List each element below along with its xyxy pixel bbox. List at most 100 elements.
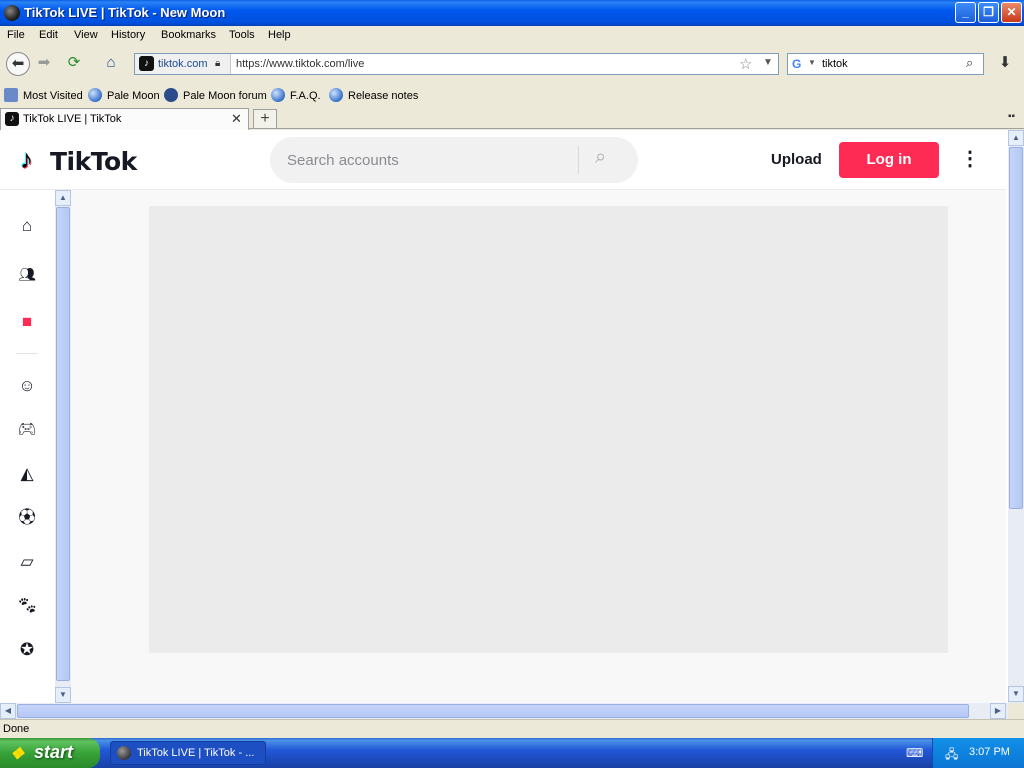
home-icon[interactable]: ⌂ xyxy=(16,215,38,237)
status-bar: Done xyxy=(0,719,1024,738)
scrollbar-thumb[interactable] xyxy=(56,207,70,681)
bookmark-faq[interactable]: F.A.Q. xyxy=(271,88,321,102)
search-bar[interactable]: G ▼ tiktok ⌕ xyxy=(787,53,984,75)
search-icon[interactable]: ⌕ xyxy=(966,55,973,71)
globe-icon xyxy=(271,88,285,102)
site-identity-button[interactable]: ♪ tiktok.com 🔒︎ xyxy=(135,54,231,74)
menu-edit[interactable]: Edit xyxy=(39,29,58,41)
arrow-left-icon: ⬅ xyxy=(11,55,25,72)
window-title-bar[interactable]: TikTok LIVE | TikTok - New Moon _ ❐ ✕ xyxy=(0,0,1024,26)
downloads-button[interactable]: ⬇ xyxy=(992,53,1018,75)
menu-view[interactable]: View xyxy=(74,29,98,41)
window-title: TikTok LIVE | TikTok - New Moon xyxy=(24,5,226,20)
animals-icon[interactable]: 🐾︎ xyxy=(16,595,38,617)
bookmark-label: Pale Moon xyxy=(107,90,160,102)
scrollbar-thumb[interactable] xyxy=(1009,147,1023,509)
tiktok-header: ♪ TikTok Search accounts ⌕ Upload Log in… xyxy=(0,130,1006,190)
globe-icon xyxy=(329,88,343,102)
reload-button[interactable]: ⟳ xyxy=(62,52,86,76)
beauty-icon[interactable]: ▱ xyxy=(16,551,38,573)
food-icon[interactable]: ◭ xyxy=(16,463,38,485)
sports-icon[interactable]: ⚽︎ xyxy=(16,507,38,529)
bookmark-pale-moon-forum[interactable]: Pale Moon forum xyxy=(164,88,267,102)
taskbar-item-pale-moon[interactable]: TikTok LIVE | TikTok - ... xyxy=(110,741,266,765)
google-icon[interactable]: G xyxy=(792,57,801,71)
scroll-left-arrow-icon[interactable]: ◀ xyxy=(0,703,16,719)
start-label: start xyxy=(34,742,74,762)
bookmark-pale-moon[interactable]: Pale Moon xyxy=(88,88,160,102)
download-arrow-icon: ⬇ xyxy=(998,54,1012,71)
live-icon[interactable]: ■ xyxy=(16,311,38,333)
new-tab-button[interactable]: + xyxy=(253,109,277,129)
bookmark-label: Most Visited xyxy=(23,90,83,102)
minimize-button[interactable]: _ xyxy=(955,2,976,23)
tiktok-note-icon: ♪ xyxy=(20,144,33,174)
url-dropdown-icon[interactable]: ▼ xyxy=(763,57,773,68)
bookmark-label: Pale Moon forum xyxy=(183,90,267,102)
bookmark-label: Release notes xyxy=(348,90,419,102)
clock[interactable]: 3:07 PM xyxy=(969,746,1010,758)
url-text[interactable]: https://www.tiktok.com/live xyxy=(236,58,364,70)
scroll-up-arrow-icon[interactable]: ▲ xyxy=(1008,130,1024,146)
scroll-down-arrow-icon[interactable]: ▼ xyxy=(55,687,71,703)
system-tray: 🖧︎ 3:07 PM xyxy=(932,738,1024,768)
tab-list-icon[interactable]: ▪▪ xyxy=(1008,111,1015,122)
bookmark-release-notes[interactable]: Release notes xyxy=(329,88,418,102)
upload-button[interactable]: Upload xyxy=(771,151,822,168)
tab-tiktok-live[interactable]: ♪ TikTok LIVE | TikTok ✕ xyxy=(0,108,249,130)
menu-tools[interactable]: Tools xyxy=(229,29,255,41)
achievement-icon[interactable]: ✪ xyxy=(16,639,38,661)
menu-history[interactable]: History xyxy=(111,29,145,41)
forward-button[interactable]: ➡ xyxy=(32,52,56,76)
start-button[interactable]: ❖ start xyxy=(0,738,100,768)
logo-text: TikTok xyxy=(50,147,137,176)
search-divider xyxy=(578,146,579,174)
web-viewport: ♪ TikTok Search accounts ⌕ Upload Log in… xyxy=(0,130,1008,703)
pale-moon-icon xyxy=(117,746,131,760)
login-button[interactable]: Log in xyxy=(839,142,939,178)
scroll-up-arrow-icon[interactable]: ▲ xyxy=(55,190,71,206)
tab-close-icon[interactable]: ✕ xyxy=(231,111,242,127)
restore-button[interactable]: ❐ xyxy=(978,2,999,23)
taskbar-item-label: TikTok LIVE | TikTok - ... xyxy=(137,747,255,759)
arrow-right-icon: ➡ xyxy=(37,54,51,71)
menu-bookmarks[interactable]: Bookmarks xyxy=(161,29,216,41)
nav-separator xyxy=(16,353,38,354)
close-button[interactable]: ✕ xyxy=(1001,2,1022,23)
engine-dropdown-icon[interactable]: ▼ xyxy=(808,58,816,67)
home-button[interactable]: ⌂ xyxy=(99,52,123,76)
bookmark-most-visited[interactable]: Most Visited xyxy=(4,88,83,102)
gaming-icon[interactable]: 🎮︎ xyxy=(16,419,38,441)
scroll-down-arrow-icon[interactable]: ▼ xyxy=(1008,686,1024,702)
search-icon[interactable]: ⌕ xyxy=(595,146,606,169)
plus-icon: + xyxy=(260,110,270,127)
bookmark-star-icon[interactable]: ☆ xyxy=(739,55,752,73)
account-search-box[interactable]: Search accounts ⌕ xyxy=(270,137,638,183)
menu-help[interactable]: Help xyxy=(268,29,291,41)
globe-icon xyxy=(88,88,102,102)
search-input[interactable]: tiktok xyxy=(822,58,848,70)
back-button[interactable]: ⬅ xyxy=(6,52,30,76)
windows-taskbar: ❖ start TikTok LIVE | TikTok - ... ⌨ 🖧︎ … xyxy=(0,738,1024,768)
page-horizontal-scrollbar[interactable]: ◀ ▶ xyxy=(0,703,1008,719)
page-vertical-scrollbar[interactable]: ▲ ▼ xyxy=(1008,130,1024,703)
sidenav-scrollbar[interactable]: ▲ ▼ xyxy=(55,190,71,703)
more-options-icon[interactable]: ⋮ xyxy=(960,147,980,173)
keyboard-icon[interactable]: ⌨ xyxy=(906,746,923,760)
following-icon[interactable]: 👥︎ xyxy=(16,263,38,285)
scroll-right-arrow-icon[interactable]: ▶ xyxy=(990,703,1006,719)
address-bar[interactable]: ♪ tiktok.com 🔒︎ https://www.tiktok.com/l… xyxy=(134,53,779,75)
status-text: Done xyxy=(3,723,30,735)
menu-file[interactable]: File xyxy=(7,29,25,41)
bookmarks-toolbar: Most Visited Pale Moon Pale Moon forum F… xyxy=(0,84,1024,106)
network-icon[interactable]: 🖧︎ xyxy=(945,745,958,766)
reload-icon: ⟳ xyxy=(67,54,81,71)
live-stream-placeholder[interactable] xyxy=(149,206,948,653)
scrollbar-thumb[interactable] xyxy=(17,704,969,718)
comedy-icon[interactable]: ☺ xyxy=(16,375,38,397)
tiktok-side-nav: ⌂ 👥︎ ■ ☺ 🎮︎ ◭ ⚽︎ ▱ 🐾︎ ✪ xyxy=(0,190,55,703)
most-visited-icon xyxy=(4,88,18,102)
search-placeholder[interactable]: Search accounts xyxy=(287,152,399,169)
home-icon: ⌂ xyxy=(106,54,116,71)
lock-icon: 🔒︎ xyxy=(215,58,221,69)
